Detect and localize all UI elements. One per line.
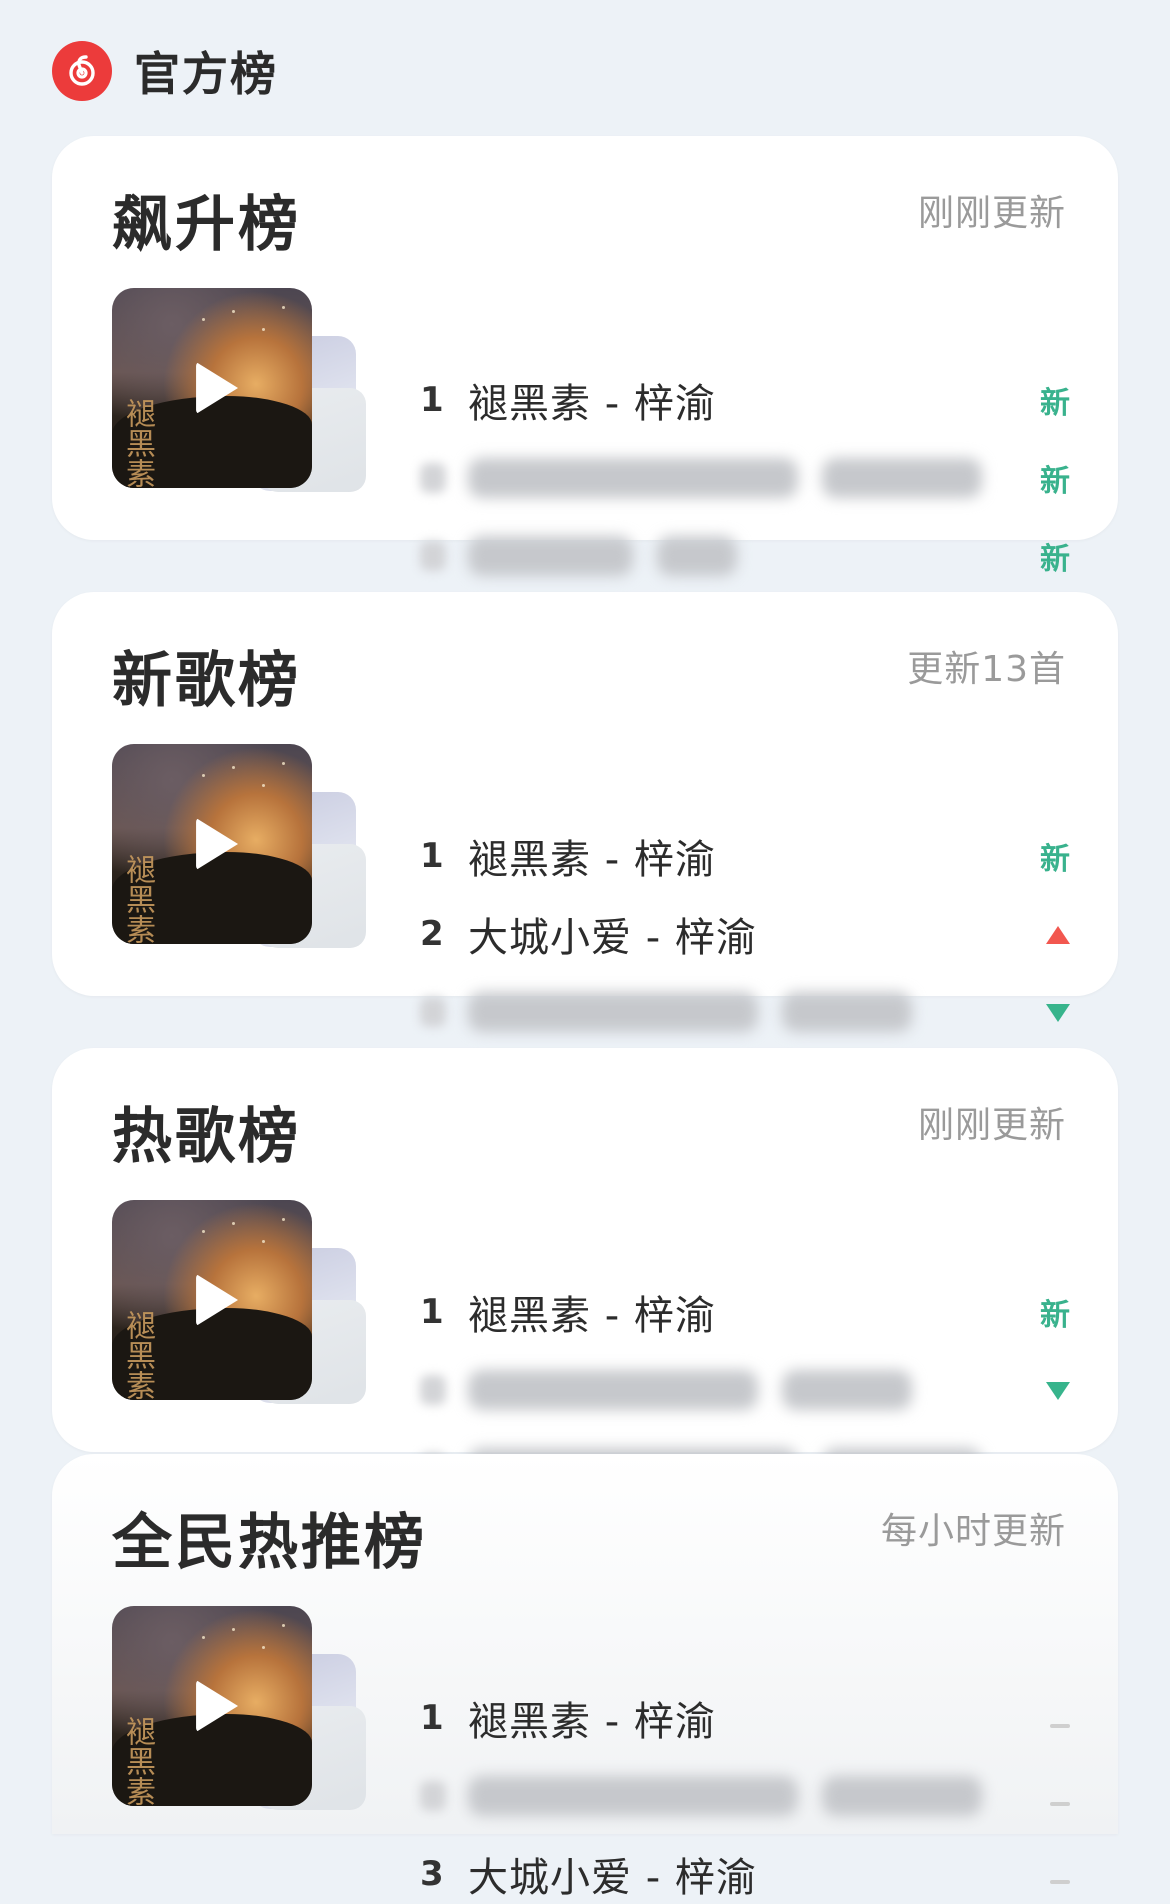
chart-song-row[interactable]: 2 大城小爱 - 梓渝 — [420, 904, 1070, 964]
new-entry-badge: 新 — [1040, 464, 1070, 499]
rank-unchanged-icon — [1010, 1701, 1070, 1736]
chart-song-row[interactable]: 新 — [420, 526, 1070, 586]
netease-music-logo-icon — [52, 41, 112, 101]
obscured-song-entry — [420, 982, 1010, 1042]
cover-stack[interactable]: 褪黑素 — [112, 744, 372, 949]
song-title-artist[interactable]: 褪黑素 - 梓渝 — [468, 1689, 1010, 1747]
play-icon[interactable] — [196, 1274, 239, 1326]
cover-stack[interactable]: 褪黑素 — [112, 288, 372, 493]
cover-stack[interactable]: 褪黑素 — [112, 1606, 372, 1811]
obscured-song-entry — [420, 1766, 1010, 1826]
chart-card[interactable]: 新歌榜 更新13首褪黑素 1 褪黑素 - 梓渝新 2 大城小爱 - 梓渝 — [52, 592, 1118, 1032]
chart-title: 全民热推榜 — [112, 1508, 427, 1578]
play-icon[interactable] — [196, 1680, 239, 1732]
obscured-song-entry — [420, 1360, 1010, 1420]
section-title: 官方榜 — [134, 47, 278, 101]
song-rank: 1 — [420, 836, 444, 876]
chart-title: 新歌榜 — [112, 646, 301, 716]
chart-song-row[interactable] — [420, 1360, 1070, 1420]
song-rank: 3 — [420, 1854, 444, 1894]
song-title-artist[interactable]: 大城小爱 - 梓渝 — [468, 905, 1010, 963]
chart-song-row[interactable]: 1 褪黑素 - 梓渝 — [420, 1688, 1070, 1748]
song-title-artist[interactable]: 褪黑素 - 梓渝 — [468, 827, 1010, 885]
chart-song-row[interactable] — [420, 1766, 1070, 1826]
chart-song-row[interactable]: 3 大城小爱 - 梓渝 — [420, 1844, 1070, 1904]
album-cover[interactable]: 褪黑素 — [112, 1606, 312, 1806]
section-header: 官方榜 — [52, 38, 278, 104]
chart-title: 飙升榜 — [112, 190, 301, 260]
song-title-artist[interactable]: 褪黑素 - 梓渝 — [468, 1283, 1010, 1341]
rank-down-icon — [1010, 1373, 1070, 1408]
song-rank: 1 — [420, 1292, 444, 1332]
obscured-song-entry — [420, 448, 1010, 508]
song-title-artist[interactable]: 褪黑素 - 梓渝 — [468, 371, 1010, 429]
chart-update-status: 更新13首 — [907, 649, 1066, 690]
rank-unchanged-icon — [1010, 1857, 1070, 1892]
chart-title: 热歌榜 — [112, 1102, 301, 1172]
chart-song-row[interactable]: 1 褪黑素 - 梓渝新 — [420, 370, 1070, 430]
rank-up-icon — [1010, 917, 1070, 952]
album-cover[interactable]: 褪黑素 — [112, 744, 312, 944]
cover-art-text: 褪黑素 — [120, 1716, 155, 1806]
album-cover[interactable]: 褪黑素 — [112, 1200, 312, 1400]
play-icon[interactable] — [196, 818, 239, 870]
chart-song-row[interactable]: 1 褪黑素 - 梓渝新 — [420, 1282, 1070, 1342]
cover-art-text: 褪黑素 — [120, 398, 155, 488]
chart-song-row[interactable]: 1 褪黑素 - 梓渝新 — [420, 826, 1070, 886]
new-entry-badge: 新 — [1040, 1298, 1070, 1333]
song-title-artist[interactable]: 大城小爱 - 梓渝 — [468, 1845, 1010, 1903]
song-rank: 1 — [420, 380, 444, 420]
new-entry-badge: 新 — [1040, 842, 1070, 877]
obscured-song-entry — [420, 526, 1010, 586]
rank-down-icon — [1010, 995, 1070, 1030]
chart-song-row[interactable] — [420, 982, 1070, 1042]
song-rank: 1 — [420, 1698, 444, 1738]
play-icon[interactable] — [196, 362, 239, 414]
album-cover[interactable]: 褪黑素 — [112, 288, 312, 488]
chart-card[interactable]: 热歌榜 刚刚更新褪黑素 1 褪黑素 - 梓渝新 — [52, 1048, 1118, 1488]
chart-card[interactable]: 全民热推榜 每小时更新褪黑素 1 褪黑素 - 梓渝 3 大城小爱 - 梓渝 — [52, 1454, 1118, 1901]
chart-update-status: 刚刚更新 — [917, 1105, 1066, 1146]
chart-card[interactable]: 飙升榜 刚刚更新 褪黑素 1 褪黑素 - 梓渝新新新 — [52, 136, 1118, 577]
cover-art-text: 褪黑素 — [120, 854, 155, 944]
new-entry-badge: 新 — [1040, 386, 1070, 421]
song-rank: 2 — [420, 914, 444, 954]
chart-update-status: 刚刚更新 — [917, 193, 1066, 234]
chart-song-row[interactable]: 新 — [420, 448, 1070, 508]
cover-stack[interactable]: 褪黑素 — [112, 1200, 372, 1405]
chart-update-status: 每小时更新 — [880, 1511, 1066, 1552]
new-entry-badge: 新 — [1040, 542, 1070, 577]
rank-unchanged-icon — [1010, 1779, 1070, 1814]
cover-art-text: 褪黑素 — [120, 1310, 155, 1400]
